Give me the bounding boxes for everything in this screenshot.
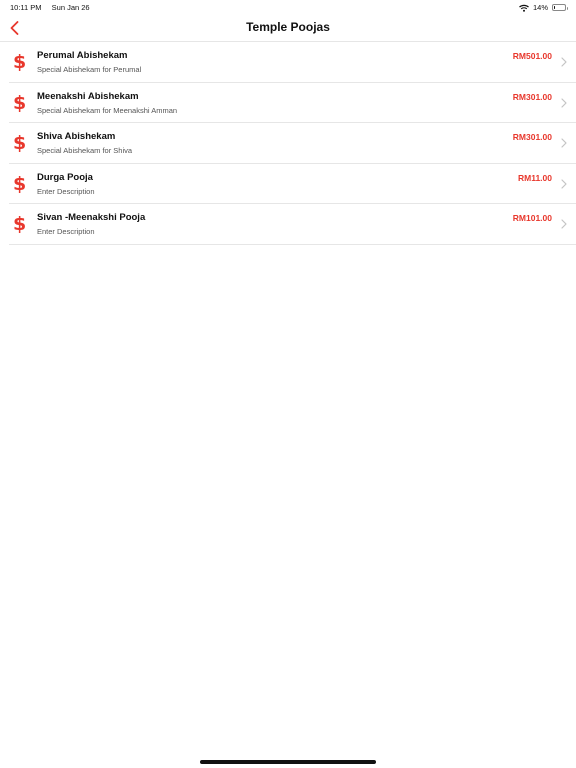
list-item[interactable]: $ Meenakshi Abishekam Special Abishekam … [9, 83, 576, 123]
item-price: RM301.00 [512, 132, 552, 142]
status-time: 10:11 PM [10, 3, 42, 12]
dollar-icon: $ [13, 132, 27, 154]
battery-icon [552, 4, 568, 11]
navigation-bar: Temple Poojas [0, 14, 576, 42]
item-description: Special Abishekam for Meenakshi Amman [37, 105, 178, 115]
chevron-right-icon [561, 57, 567, 67]
item-description: Special Abishekam for Perumal [37, 65, 142, 74]
status-right: 14% [519, 3, 568, 12]
chevron-right-icon [561, 219, 567, 229]
chevron-right-icon [561, 178, 567, 189]
battery-fill [554, 6, 555, 9]
chevron-right-icon [561, 138, 567, 148]
item-description: Enter Description [37, 186, 95, 196]
page-title: Temple Poojas [246, 20, 330, 34]
item-description: Enter Description [37, 227, 95, 236]
dollar-icon: $ [13, 172, 27, 195]
item-price: RM501.00 [512, 51, 552, 61]
item-title: Perumal Abishekam [37, 50, 128, 61]
dollar-icon: $ [13, 213, 27, 235]
pooja-list: $ Perumal Abishekam Special Abishekam fo… [9, 42, 576, 245]
wifi-icon [519, 4, 529, 12]
dollar-icon: $ [13, 51, 27, 73]
list-item[interactable]: $ Sivan -Meenakshi Pooja Enter Descripti… [9, 204, 576, 245]
status-date: Sun Jan 26 [51, 3, 90, 12]
item-price: RM301.00 [512, 91, 552, 102]
battery-percent: 14% [532, 3, 548, 12]
chevron-right-icon [561, 97, 567, 108]
item-title: Sivan -Meenakshi Pooja [37, 212, 146, 223]
status-bar: 10:11 PM Sun Jan 26 14% [0, 0, 576, 14]
item-price: RM11.00 [517, 172, 552, 183]
dollar-icon: $ [13, 91, 27, 114]
item-title: Durga Pooja [37, 171, 93, 183]
status-left: 10:11 PM Sun Jan 26 [10, 3, 90, 12]
home-indicator[interactable] [200, 760, 376, 764]
list-item[interactable]: $ Perumal Abishekam Special Abishekam fo… [9, 42, 576, 83]
item-price: RM101.00 [512, 213, 552, 223]
list-item[interactable]: $ Durga Pooja Enter Description RM11.00 [9, 164, 576, 204]
item-title: Meenakshi Abishekam [37, 90, 139, 102]
item-title: Shiva Abishekam [37, 131, 116, 142]
item-description: Special Abishekam for Shiva [37, 146, 133, 155]
list-item[interactable]: $ Shiva Abishekam Special Abishekam for … [9, 123, 576, 164]
